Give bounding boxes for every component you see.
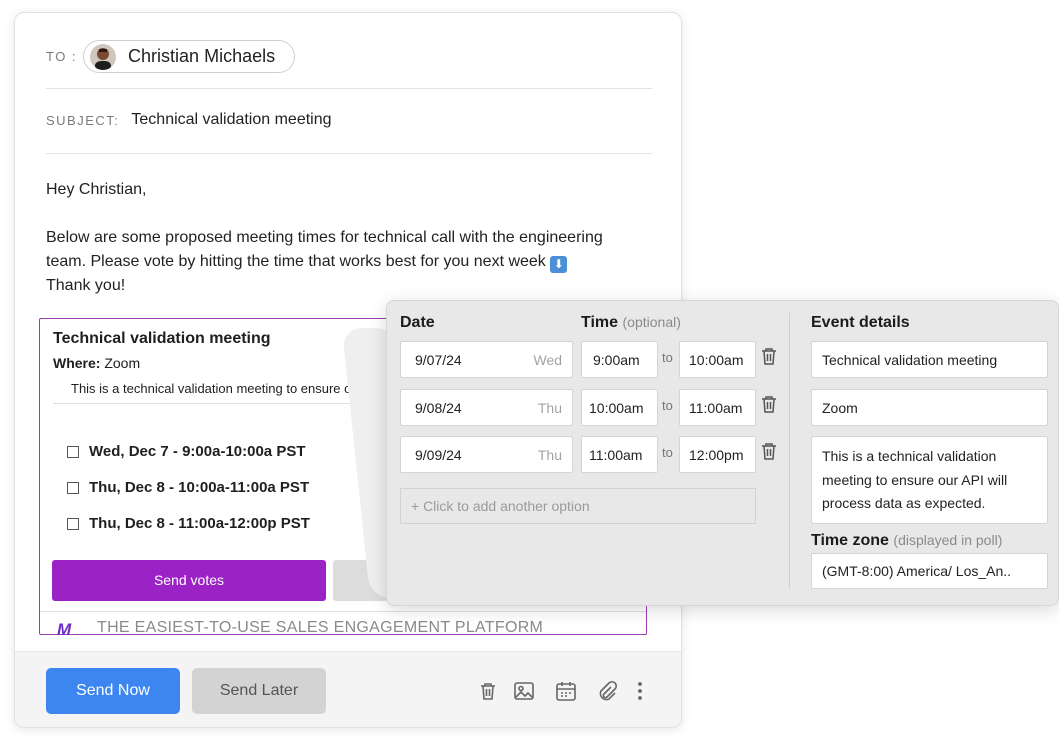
poll-description: This is a technical validation meeting t…	[71, 381, 387, 396]
option-label: Thu, Dec 8 - 11:00a-12:00p PST	[89, 515, 310, 532]
to-label: TO :	[46, 49, 78, 64]
brand-logo-icon: M	[57, 620, 71, 639]
time-header-hint: (optional)	[622, 314, 681, 330]
trash-icon[interactable]	[761, 347, 777, 365]
subject-row[interactable]: SUBJECT: Technical validation meeting	[46, 111, 332, 129]
option-label: Thu, Dec 8 - 10:00a-11:00a PST	[89, 479, 310, 496]
date-value: 9/09/24	[415, 446, 462, 463]
composer-toolbar: Send Now Send Later	[15, 651, 681, 727]
send-now-button[interactable]: Send Now	[46, 668, 180, 714]
date-field[interactable]: 9/07/24 Wed	[400, 341, 573, 378]
avatar	[90, 43, 117, 70]
where-value: Zoom	[104, 355, 141, 371]
poll-title: Technical validation meeting	[53, 330, 271, 347]
date-field[interactable]: 9/09/24 Thu	[400, 436, 573, 473]
trash-icon[interactable]	[761, 395, 777, 413]
body-line: Below are some proposed meeting times fo…	[46, 229, 603, 246]
start-time-field[interactable]: 11:00am	[581, 436, 658, 473]
divider	[789, 313, 790, 589]
start-time-field[interactable]: 10:00am	[581, 389, 658, 426]
body-line-2: team. Please vote by hitting the time th…	[46, 250, 603, 274]
recipient-name: Christian Michaels	[128, 46, 276, 66]
event-location-field[interactable]: Zoom	[811, 389, 1048, 426]
trash-icon[interactable]	[477, 680, 499, 702]
subject-label: SUBJECT:	[46, 112, 120, 128]
event-title-field[interactable]: Technical validation meeting	[811, 341, 1048, 378]
poll-option[interactable]: Thu, Dec 8 - 11:00a-12:00p PST	[67, 515, 310, 532]
send-votes-button[interactable]: Send votes	[52, 560, 326, 601]
to-label: to	[662, 350, 673, 365]
timezone-label: Time zone	[811, 532, 889, 549]
divider	[40, 611, 646, 612]
event-editor-panel: Date Time (optional) Event details 9/07/…	[386, 300, 1059, 606]
date-weekday: Thu	[537, 399, 562, 416]
brand-tagline: THE EASIEST-TO-USE SALES ENGAGEMENT PLAT…	[97, 619, 544, 636]
end-time-field[interactable]: 10:00am	[679, 341, 756, 378]
option-checkbox[interactable]	[67, 517, 79, 530]
divider	[46, 88, 652, 89]
time-header: Time (optional)	[581, 314, 681, 332]
calendar-icon[interactable]	[555, 680, 577, 702]
where-label: Where:	[53, 355, 101, 371]
option-label: Wed, Dec 7 - 9:00a-10:00a PST	[89, 443, 306, 460]
subject-value[interactable]: Technical validation meeting	[131, 111, 331, 129]
timezone-hint: (displayed in poll)	[893, 532, 1003, 548]
divider	[46, 153, 652, 154]
timezone-select[interactable]: (GMT-8:00) America/ Los_An..	[811, 553, 1048, 589]
poll-option[interactable]: Wed, Dec 7 - 9:00a-10:00a PST	[67, 443, 306, 460]
paperclip-icon[interactable]	[596, 680, 618, 702]
poll-option[interactable]: Thu, Dec 8 - 10:00a-11:00a PST	[67, 479, 309, 496]
send-later-button[interactable]: Send Later	[192, 668, 326, 714]
timezone-header: Time zone (displayed in poll)	[811, 532, 1002, 550]
date-value: 9/07/24	[415, 351, 462, 368]
body-line: team. Please vote by hitting the time th…	[46, 253, 546, 270]
end-time-field[interactable]: 11:00am	[679, 389, 756, 426]
more-vertical-icon[interactable]	[629, 680, 651, 702]
recipient-chip[interactable]: Christian Michaels	[83, 40, 296, 73]
details-header: Event details	[811, 314, 910, 331]
to-label: to	[662, 445, 673, 460]
to-row: TO : Christian Michaels	[46, 40, 296, 73]
image-icon[interactable]	[513, 680, 535, 702]
poll-where: Where: Zoom	[53, 355, 140, 371]
option-checkbox[interactable]	[67, 481, 79, 494]
add-option-button[interactable]: + Click to add another option	[400, 488, 756, 524]
event-description-field[interactable]: This is a technical validation meeting t…	[811, 436, 1048, 524]
time-header-label: Time	[581, 314, 619, 331]
date-value: 9/08/24	[415, 399, 462, 416]
down-arrow-icon: ⬇	[550, 256, 568, 273]
end-time-field[interactable]: 12:00pm	[679, 436, 756, 473]
option-checkbox[interactable]	[67, 445, 79, 458]
date-field[interactable]: 9/08/24 Thu	[400, 389, 573, 426]
email-greeting: Hey Christian,	[46, 181, 147, 198]
date-header: Date	[400, 314, 435, 331]
date-weekday: Wed	[533, 351, 562, 368]
body-signoff: Thank you!	[46, 277, 126, 294]
start-time-field[interactable]: 9:00am	[581, 341, 658, 378]
trash-icon[interactable]	[761, 442, 777, 460]
to-label: to	[662, 398, 673, 413]
email-body: Below are some proposed meeting times fo…	[46, 226, 603, 298]
date-weekday: Thu	[537, 446, 562, 463]
